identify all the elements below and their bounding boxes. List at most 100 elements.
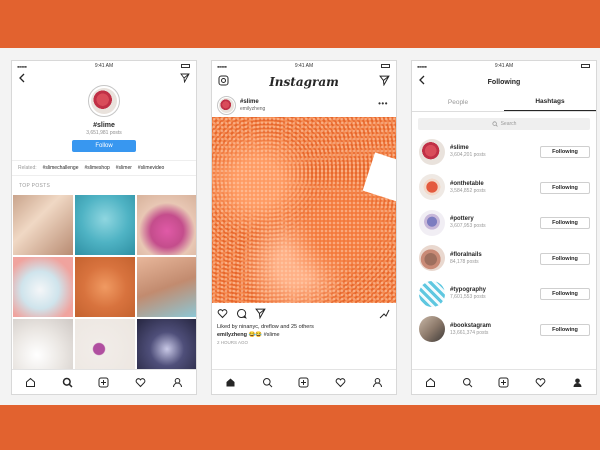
status-time: 9:41 AM: [294, 63, 314, 69]
related-tag[interactable]: #slimer: [116, 165, 132, 171]
back-arrow-icon[interactable]: [18, 73, 26, 83]
like-heart-icon[interactable]: [217, 308, 228, 319]
grid-post[interactable]: [137, 195, 196, 255]
following-button[interactable]: Following: [540, 181, 590, 194]
search-icon[interactable]: [262, 377, 273, 388]
hashtag-row[interactable]: #pottery 3,607,953 posts Following: [412, 205, 596, 241]
hashtag-post-count: 84,178 posts: [450, 258, 479, 265]
profile-icon[interactable]: [572, 377, 583, 388]
save-bookmark-icon[interactable]: [379, 308, 390, 319]
hashtag-row[interactable]: #onthetable 3,584,852 posts Following: [412, 170, 596, 206]
related-tag[interactable]: #slimechallenge: [43, 165, 79, 171]
hashtag-name: #floralnails: [450, 251, 482, 258]
profile-icon[interactable]: [172, 377, 183, 388]
post-timestamp: 2 HOURS AGO: [217, 340, 249, 345]
instagram-logo: Instagram: [269, 75, 339, 89]
search-icon[interactable]: [62, 377, 73, 388]
nav-header: [12, 71, 196, 85]
related-hashtags-bar: Related: #slimechallenge #slimeshop #sli…: [12, 160, 196, 176]
post-username[interactable]: emilyzheng: [240, 106, 265, 112]
heart-icon[interactable]: [135, 377, 146, 388]
battery-icon: [581, 64, 590, 68]
home-icon[interactable]: [25, 377, 36, 388]
hashtag-row[interactable]: #slime 3,604,201 posts Following: [412, 134, 596, 170]
grid-post[interactable]: [13, 257, 73, 317]
hashtag-post-count: 3,604,201 posts: [450, 152, 486, 159]
hashtag-post-count: 13,661,374 posts: [450, 329, 489, 336]
search-icon: [492, 121, 498, 127]
caption-username[interactable]: emilyzheng: [217, 332, 247, 338]
direct-send-icon[interactable]: [379, 75, 390, 86]
hashtag-header: [12, 85, 196, 119]
home-icon[interactable]: [425, 377, 436, 388]
search-icon[interactable]: [462, 377, 473, 388]
status-bar: ●●●●● 9:41 AM: [12, 61, 196, 71]
heart-icon[interactable]: [335, 377, 346, 388]
status-time: 9:41 AM: [494, 63, 514, 69]
post-hashtag-avatar[interactable]: [217, 95, 236, 115]
share-icon[interactable]: [255, 308, 266, 319]
phone-following-hashtags: ●●●●● 9:41 AM Following People Hashtags …: [411, 60, 597, 395]
following-button[interactable]: Following: [540, 323, 590, 336]
add-post-icon[interactable]: [98, 377, 109, 388]
hashtag-name: #onthetable: [450, 180, 484, 187]
related-tag[interactable]: #slimeshop: [84, 165, 109, 171]
post-actions: [212, 303, 396, 323]
hashtag-thumbnail: [419, 280, 445, 307]
battery-icon: [381, 64, 390, 68]
following-button[interactable]: Following: [540, 252, 590, 265]
hashtag-thumbnail: [419, 209, 445, 236]
grid-post[interactable]: [13, 195, 73, 255]
following-tabs: People Hashtags: [412, 93, 596, 112]
phone-hashtag-page: ●●●●● 9:41 AM #slime 3,651,981 posts Fol…: [11, 60, 197, 395]
home-icon[interactable]: [225, 377, 236, 388]
search-placeholder: Search: [500, 121, 517, 127]
back-arrow-icon[interactable]: [418, 75, 426, 85]
post-hashtag[interactable]: #slime: [240, 99, 265, 106]
liked-by-text[interactable]: Liked by ninanyc, dreflow and 25 others: [212, 323, 396, 331]
camera-icon[interactable]: [218, 75, 229, 86]
following-button[interactable]: Following: [540, 217, 590, 229]
top-accent-band: [0, 0, 600, 48]
tab-hashtags[interactable]: Hashtags: [504, 93, 596, 111]
signal-icon: ●●●●●: [17, 64, 27, 69]
add-post-icon[interactable]: [498, 377, 509, 388]
signal-icon: ●●●●●: [217, 64, 227, 69]
direct-send-icon[interactable]: [180, 73, 190, 83]
post-count: 3,651,981 posts: [86, 130, 122, 136]
search-input[interactable]: Search: [418, 118, 590, 130]
following-header: Following: [412, 71, 596, 93]
page-title: Following: [487, 78, 521, 86]
tab-people[interactable]: People: [412, 93, 504, 111]
hashtag-row[interactable]: #typography 7,601,553 posts Following: [412, 276, 596, 312]
follow-button[interactable]: Follow: [72, 140, 136, 152]
grid-post[interactable]: [137, 257, 196, 317]
hashtag-thumbnail: [419, 174, 445, 201]
add-post-icon[interactable]: [298, 377, 309, 388]
following-button[interactable]: Following: [540, 146, 590, 158]
related-tag[interactable]: #slimevideo: [138, 165, 164, 171]
hashtag-name: #slime: [450, 145, 469, 152]
post-header: #slime emilyzheng •••: [212, 93, 396, 117]
hashtag-name: #typography: [450, 287, 487, 294]
status-time: 9:41 AM: [94, 63, 114, 69]
hashtag-row[interactable]: #bookstagram 13,661,374 posts Following: [412, 312, 596, 348]
battery-icon: [181, 64, 190, 68]
hashtag-post-count: 7,601,553 posts: [450, 294, 486, 301]
profile-icon[interactable]: [372, 377, 383, 388]
grid-post[interactable]: [75, 195, 135, 255]
related-label: Related:: [18, 165, 37, 171]
heart-icon[interactable]: [535, 377, 546, 388]
caption-text: 😂😂 #slime: [248, 332, 280, 338]
more-options-icon[interactable]: •••: [378, 99, 388, 108]
bottom-accent-band: [0, 405, 600, 450]
comment-icon[interactable]: [236, 308, 247, 319]
hashtag-post-count: 3,584,852 posts: [450, 187, 486, 194]
status-bar: ●●●●● 9:41 AM: [412, 61, 596, 71]
hashtag-name: #pottery: [450, 216, 474, 223]
post-image[interactable]: [212, 117, 396, 303]
hashtag-row[interactable]: #floralnails 84,178 posts Following: [412, 241, 596, 277]
top-posts-grid: [12, 195, 196, 379]
grid-post[interactable]: [75, 257, 135, 317]
following-button[interactable]: Following: [540, 288, 590, 300]
